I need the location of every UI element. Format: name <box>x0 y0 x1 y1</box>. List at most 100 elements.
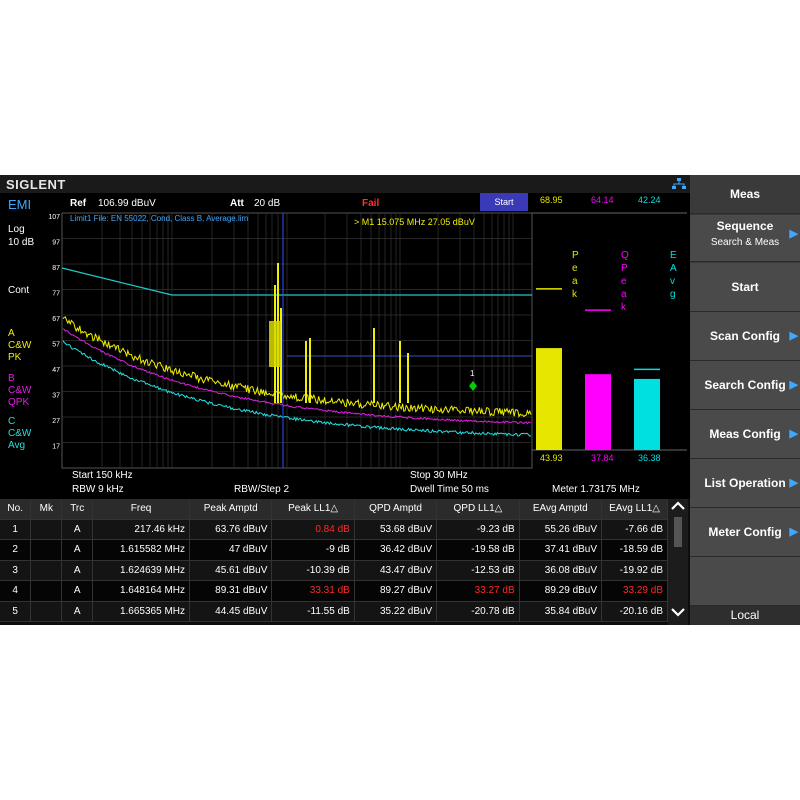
cell-no: 5 <box>0 601 32 622</box>
col-peak-amptd[interactable]: Peak Amptd <box>189 499 273 520</box>
att-value[interactable]: 20 dB <box>254 198 280 209</box>
scan-config-label: Scan Config <box>709 329 780 343</box>
y-tick-label: 57 <box>52 342 60 349</box>
cell-qpd-ll1: -9.23 dB <box>436 519 520 540</box>
trace-a-info[interactable]: A C&W PK <box>8 328 31 364</box>
top-bar: SIGLENT <box>0 175 690 193</box>
col-qpd-amptd[interactable]: QPD Amptd <box>354 499 438 520</box>
meter-config-button[interactable]: Meter Config ▶ <box>690 508 800 557</box>
col-mk[interactable]: Mk <box>30 499 63 520</box>
trace-a-letter: A <box>8 328 15 339</box>
sequence-button[interactable]: Sequence Search & Meas ▶ <box>690 215 800 262</box>
trace-b-letter: B <box>8 373 15 384</box>
spectrum-plot[interactable]: 107 97 87 77 67 57 47 37 27 17 Limit1 File: EN 55… <box>48 212 533 469</box>
list-operation-button[interactable]: List Operation ▶ <box>690 459 800 508</box>
table-row[interactable]: 2 A 1.615582 MHz 47 dBuV -9 dB 36.42 dBu… <box>0 539 668 561</box>
sequence-value: Search & Meas <box>710 237 780 248</box>
cell-eavg-ll1: -7.66 dB <box>601 519 668 540</box>
marker-number: 1 <box>470 369 475 378</box>
cell-eavg-ll1: -20.16 dB <box>601 601 668 622</box>
col-freq[interactable]: Freq <box>92 499 190 520</box>
dwell-time[interactable]: Dwell Time 50 ms <box>410 484 489 495</box>
rbw-step[interactable]: RBW/Step 2 <box>234 484 289 495</box>
mode-label: EMI <box>8 197 32 212</box>
trace-c-info[interactable]: C C&W Avg <box>8 416 31 452</box>
network-icon <box>672 178 686 189</box>
col-no[interactable]: No. <box>0 499 32 520</box>
table-header-row: No. Mk Trc Freq Peak Amptd Peak LL1△ QPD… <box>0 499 668 520</box>
trace-burst <box>269 321 281 367</box>
start-status-button[interactable]: Start <box>480 193 528 211</box>
spectrum-graph: 107 97 87 77 67 57 47 37 27 17 Limit1 File: EN 55… <box>48 212 533 469</box>
y-tick-label: 17 <box>52 444 60 451</box>
meter-graphic <box>532 212 687 451</box>
trace-b-info[interactable]: B C&W QPK <box>8 373 31 409</box>
marker-readout: > M1 15.075 MHz 27.05 dBuV <box>354 217 475 227</box>
cell-peak-ll1: 33.31 dB <box>271 580 355 602</box>
start-freq[interactable]: Start 150 kHz <box>72 470 133 481</box>
search-config-label: Search Config <box>704 378 786 392</box>
cell-freq: 1.624639 MHz <box>92 560 190 581</box>
scroll-thumb[interactable] <box>674 517 682 547</box>
cell-eavg-ll1: -19.92 dB <box>601 560 668 581</box>
cell-freq: 1.665365 MHz <box>92 601 190 622</box>
empty-softkey[interactable] <box>690 557 800 606</box>
meter-config-label: Meter Config <box>708 525 782 539</box>
col-trc[interactable]: Trc <box>61 499 94 520</box>
eavg-top-value: 42.24 <box>638 195 661 205</box>
scale-type: Log <box>8 224 25 235</box>
eavg-meter-label: EAvg <box>670 250 677 300</box>
rbw-value[interactable]: RBW 9 kHz <box>72 484 124 495</box>
start-button[interactable]: Start <box>690 263 800 312</box>
cell-qpd-ll1: -20.78 dB <box>436 601 520 622</box>
y-tick-label: 97 <box>52 240 60 247</box>
meter-freq[interactable]: Meter 1.73175 MHz <box>552 484 640 495</box>
search-config-button[interactable]: Search Config ▶ <box>690 361 800 410</box>
scroll-down-icon[interactable] <box>671 608 685 617</box>
table-row[interactable]: 1 A 217.46 kHz 63.76 dBuV 0.84 dB 53.68 … <box>0 519 668 540</box>
col-eavg-ll1[interactable]: EAvg LL1△ <box>601 499 668 520</box>
cell-peak-ll1: 0.84 dB <box>271 519 355 540</box>
table-row[interactable]: 3 A 1.624639 MHz 45.61 dBuV -10.39 dB 43… <box>0 560 668 581</box>
trace-c-detector: C&W <box>8 428 32 439</box>
cell-peak-ll1: -11.55 dB <box>271 601 355 622</box>
meter-bar-1 <box>585 374 611 450</box>
cell-no: 2 <box>0 539 32 561</box>
cell-trc: A <box>61 539 94 561</box>
cell-eavg-amptd: 36.08 dBuV <box>519 560 603 581</box>
cell-eavg-ll1: -18.59 dB <box>601 539 668 561</box>
att-label: Att <box>230 198 244 209</box>
stop-freq[interactable]: Stop 30 MHz <box>410 470 468 481</box>
cell-no: 3 <box>0 560 32 581</box>
table-row[interactable]: 5 A 1.665365 MHz 44.45 dBuV -11.55 dB 35… <box>0 601 668 622</box>
local-button[interactable]: Local <box>690 606 800 625</box>
trace-c-letter: C <box>8 416 16 427</box>
chevron-right-icon: ▶ <box>789 228 798 240</box>
y-tick-label: 87 <box>52 265 60 272</box>
scroll-up-icon[interactable] <box>671 501 685 510</box>
sequence-label: Sequence <box>716 219 774 233</box>
measurement-info-bar: Ref 106.99 dBuV Att 20 dB Fail Start <box>62 193 532 213</box>
cell-mk <box>30 560 63 581</box>
table-row[interactable]: 4 A 1.648164 MHz 89.31 dBuV 33.31 dB 89.… <box>0 580 668 602</box>
cell-trc: A <box>61 519 94 540</box>
trace-a-type: PK <box>8 352 22 363</box>
eavg-bottom-value: 36.38 <box>638 453 661 463</box>
scan-config-button[interactable]: Scan Config ▶ <box>690 312 800 361</box>
trace-a-detector: C&W <box>8 340 32 351</box>
sweep-mode: Cont <box>8 285 30 296</box>
meas-config-button[interactable]: Meas Config ▶ <box>690 410 800 459</box>
ref-value[interactable]: 106.99 dBuV <box>98 198 156 209</box>
chevron-right-icon: ▶ <box>789 526 798 538</box>
col-qpd-ll1[interactable]: QPD LL1△ <box>436 499 520 520</box>
col-peak-ll1[interactable]: Peak LL1△ <box>271 499 355 520</box>
fail-status: Fail <box>362 198 380 209</box>
peak-meter-label: Peak <box>572 250 579 300</box>
table-scrollbar[interactable] <box>668 499 688 625</box>
cell-trc: A <box>61 580 94 602</box>
col-eavg-amptd[interactable]: EAvg Amptd <box>519 499 603 520</box>
cell-eavg-amptd: 37.41 dBuV <box>519 539 603 561</box>
peak-table: No. Mk Trc Freq Peak Amptd Peak LL1△ QPD… <box>0 499 690 625</box>
chevron-right-icon: ▶ <box>789 379 798 391</box>
cell-qpd-amptd: 53.68 dBuV <box>354 519 438 540</box>
